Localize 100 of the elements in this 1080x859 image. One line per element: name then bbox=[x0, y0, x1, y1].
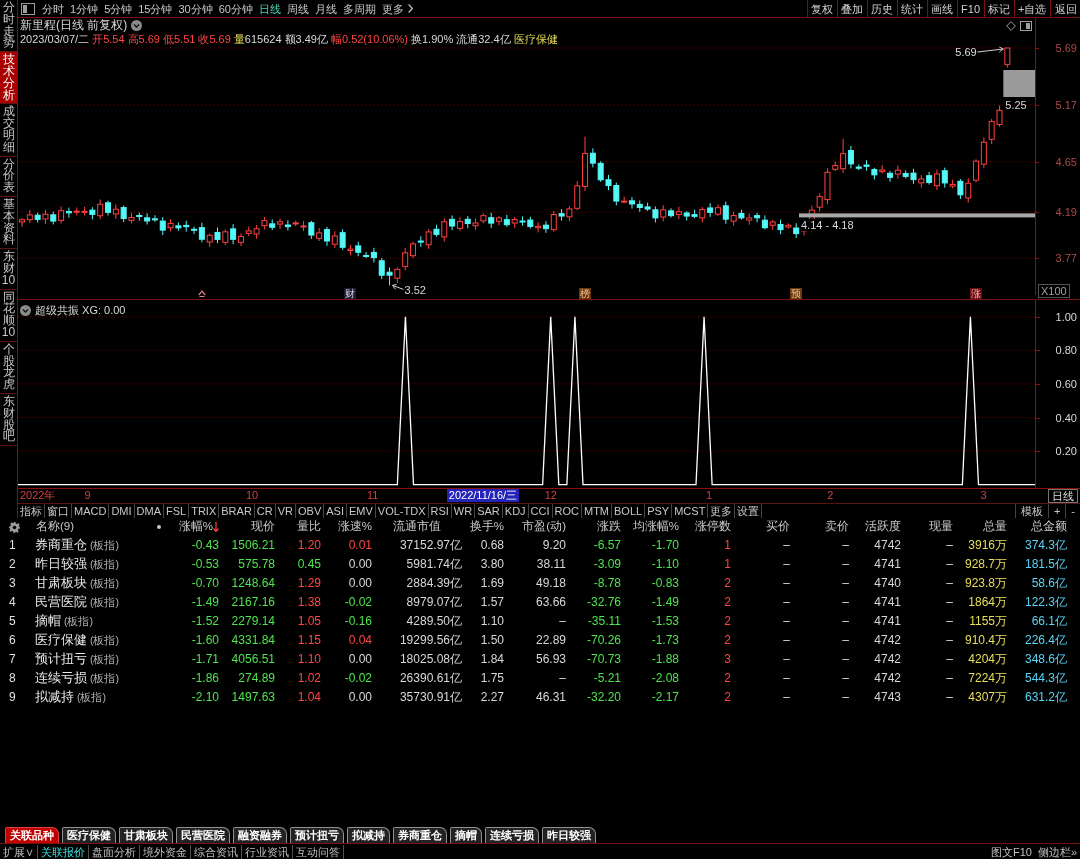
toolbar-button[interactable]: +自选 bbox=[1013, 0, 1050, 17]
template-button[interactable]: 模板 bbox=[1014, 504, 1048, 518]
column-header[interactable]: 现价 bbox=[251, 520, 275, 533]
side-tab[interactable]: 同花顺10 bbox=[0, 289, 17, 342]
sort-down-icon[interactable] bbox=[213, 522, 219, 532]
period-tab[interactable]: 30分钟 bbox=[175, 0, 216, 17]
toolbar-button[interactable]: 画线 bbox=[926, 0, 957, 17]
status-tab[interactable]: 关联报价 bbox=[38, 844, 89, 859]
bottom-tab[interactable]: 民营医院 bbox=[176, 827, 230, 843]
sector-name[interactable]: 摘帽 bbox=[35, 614, 61, 628]
side-tab[interactable]: 东财10 bbox=[0, 249, 17, 290]
indicator-tab[interactable]: 设置 bbox=[735, 504, 763, 518]
toolbar-button[interactable]: 历史 bbox=[866, 0, 897, 17]
bottom-tab[interactable]: 拟减持 bbox=[347, 827, 390, 843]
indicator-tab[interactable]: ROC bbox=[552, 504, 582, 518]
period-tab[interactable]: 1分钟 bbox=[67, 0, 102, 17]
bottom-tab[interactable]: 预计扭亏 bbox=[290, 827, 344, 843]
period-tab[interactable]: 分时 bbox=[39, 0, 67, 17]
bottom-tab[interactable]: 关联品种 bbox=[5, 827, 59, 843]
toolbar-button[interactable]: 统计 bbox=[896, 0, 927, 17]
remove-button[interactable]: - bbox=[1065, 504, 1080, 518]
event-mark[interactable]: 涨 bbox=[970, 288, 983, 299]
toolbar-button[interactable]: F10 bbox=[956, 0, 984, 17]
indicator-tab[interactable]: RSI bbox=[428, 504, 452, 518]
column-header[interactable]: 均涨幅% bbox=[632, 520, 679, 533]
indicator-tab[interactable]: 指标 bbox=[18, 504, 45, 518]
status-tab[interactable]: 境外资金 bbox=[140, 844, 191, 859]
bottom-tab[interactable]: 券商重仓 bbox=[393, 827, 447, 843]
dropdown-icon[interactable] bbox=[131, 19, 143, 31]
column-header[interactable]: 涨停数 bbox=[695, 520, 731, 533]
side-tab[interactable]: 基本资料 bbox=[0, 196, 17, 250]
indicator-tab[interactable]: 窗口 bbox=[45, 504, 72, 518]
period-tab[interactable]: 周线 bbox=[284, 0, 312, 17]
status-tab[interactable]: 盘面分析 bbox=[89, 844, 140, 859]
indicator-tab[interactable]: KDJ bbox=[502, 504, 529, 518]
marker-icon[interactable] bbox=[197, 290, 206, 297]
indicator-tab[interactable]: BOLL bbox=[612, 504, 646, 518]
toolbar-button[interactable]: 叠加 bbox=[836, 0, 867, 17]
indicator-tab[interactable]: SAR bbox=[475, 504, 503, 518]
column-header[interactable]: 现量 bbox=[929, 520, 953, 533]
status-button[interactable]: 侧边栏» bbox=[1034, 844, 1080, 859]
indicator-tab[interactable]: BRAR bbox=[219, 504, 255, 518]
side-tab[interactable]: 个股龙虎 bbox=[0, 341, 17, 394]
toolbar-button[interactable]: 返回 bbox=[1050, 0, 1080, 17]
diamond-icon[interactable] bbox=[1006, 21, 1016, 31]
indicator-tab[interactable]: 更多 bbox=[708, 504, 736, 518]
indicator-tab[interactable]: MTM bbox=[582, 504, 613, 518]
period-tab[interactable]: 更多 bbox=[379, 0, 416, 17]
period-tab[interactable]: 5分钟 bbox=[101, 0, 136, 17]
bottom-tab[interactable]: 甘肃板块 bbox=[119, 827, 173, 843]
sector-name[interactable]: 连续亏损 bbox=[35, 671, 87, 685]
period-tab[interactable]: 60分钟 bbox=[215, 0, 256, 17]
indicator-tab[interactable]: CR bbox=[254, 504, 276, 518]
event-mark[interactable]: 榜 bbox=[579, 288, 592, 299]
bottom-tab[interactable]: 摘帽 bbox=[450, 827, 482, 843]
status-button[interactable]: 图文F10 bbox=[987, 844, 1035, 859]
sector-name[interactable]: 医疗保健 bbox=[35, 633, 87, 647]
status-tab[interactable]: 扩展∨ bbox=[0, 844, 38, 859]
sector-name[interactable]: 券商重仓 bbox=[35, 538, 87, 552]
side-tab[interactable]: 分价表 bbox=[0, 156, 17, 197]
side-tab[interactable]: 东财股吧 bbox=[0, 393, 17, 447]
side-tab[interactable]: 技术分析 bbox=[0, 52, 17, 105]
column-header[interactable]: 涨速% bbox=[337, 520, 372, 533]
column-header[interactable]: 买价 bbox=[766, 520, 790, 533]
sector-name[interactable]: 拟减持 bbox=[35, 690, 74, 704]
bottom-tab[interactable]: 连续亏损 bbox=[485, 827, 539, 843]
dropdown-icon[interactable] bbox=[20, 304, 31, 316]
indicator-tab[interactable]: VR bbox=[275, 504, 296, 518]
column-header[interactable]: 涨跌 bbox=[597, 520, 621, 533]
panel-toggle-icon[interactable] bbox=[1020, 21, 1032, 31]
column-header[interactable]: 名称(9) bbox=[36, 520, 75, 534]
sector-name[interactable]: 甘肃板块 bbox=[35, 576, 87, 590]
indicator-tab[interactable]: WR bbox=[451, 504, 476, 518]
add-button[interactable]: + bbox=[1047, 504, 1066, 518]
toolbar-button[interactable]: 复权 bbox=[806, 0, 837, 17]
column-header[interactable]: 总金额 bbox=[1031, 520, 1067, 533]
column-header[interactable]: 流通市值 bbox=[393, 520, 441, 533]
bottom-tab[interactable]: 融资融券 bbox=[233, 827, 287, 843]
indicator-tab[interactable]: PSY bbox=[645, 504, 673, 518]
settings-icon[interactable] bbox=[9, 521, 20, 533]
column-header[interactable]: 量比 bbox=[297, 520, 321, 533]
indicator-tab[interactable]: EMV bbox=[346, 504, 376, 518]
indicator-tab[interactable]: FSL bbox=[164, 504, 190, 518]
sector-name[interactable]: 民营医院 bbox=[35, 595, 87, 609]
indicator-tab[interactable]: VOL-TDX bbox=[375, 504, 429, 518]
indicator-tab[interactable]: TRIX bbox=[189, 504, 220, 518]
indicator-tab[interactable]: DMA bbox=[134, 504, 164, 518]
sector-name[interactable]: 预计扭亏 bbox=[35, 652, 87, 666]
period-tab[interactable]: 多周期 bbox=[340, 0, 379, 17]
column-header[interactable]: 市盈(动) bbox=[522, 520, 566, 533]
status-tab[interactable]: 互动问答 bbox=[293, 844, 344, 859]
bottom-tab[interactable]: 医疗保健 bbox=[62, 827, 116, 843]
panel-toggle-icon[interactable] bbox=[21, 2, 35, 15]
column-header[interactable]: 换手% bbox=[469, 520, 504, 533]
indicator-tab[interactable]: DMI bbox=[109, 504, 135, 518]
status-tab[interactable]: 综合资讯 bbox=[191, 844, 242, 859]
period-tab[interactable]: 日线 bbox=[256, 0, 284, 17]
event-mark[interactable]: 财 bbox=[344, 288, 357, 299]
event-mark[interactable]: 预 bbox=[790, 288, 803, 299]
column-header[interactable]: 涨幅% bbox=[178, 520, 213, 534]
